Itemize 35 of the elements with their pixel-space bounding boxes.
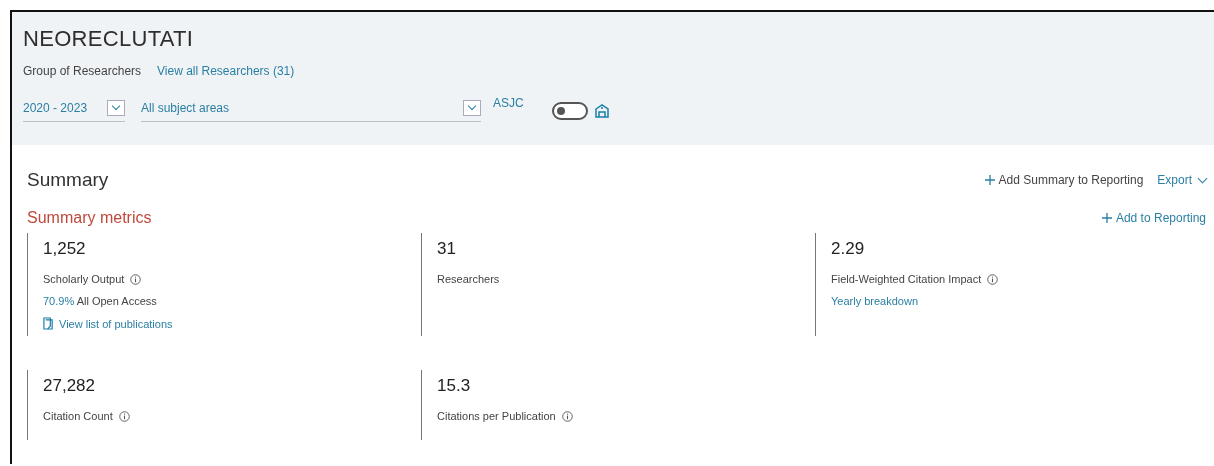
caret-icon	[463, 100, 481, 116]
metric-label: Citation Count	[43, 410, 113, 422]
info-icon[interactable]	[561, 410, 573, 422]
asjc-toggle[interactable]	[551, 102, 588, 120]
metric-value: 2.29	[831, 239, 866, 259]
section-title: Summary metrics	[27, 209, 152, 227]
add-summary-button[interactable]: Add Summary to Reporting	[984, 173, 1144, 187]
open-access-text: 70.9% All Open Access	[43, 295, 158, 307]
info-icon[interactable]	[987, 273, 999, 285]
researchers-link[interactable]: View all Researchers (31)	[157, 64, 295, 78]
subject-area-select[interactable]: All subject areas	[141, 100, 481, 122]
summary-title: Summary	[27, 169, 109, 191]
info-icon[interactable]	[130, 273, 142, 285]
metric-label: Scholarly Output	[43, 273, 125, 285]
export-button[interactable]: Export	[1157, 173, 1206, 187]
breakdown-link[interactable]: Yearly breakdown	[831, 295, 919, 307]
plus-icon	[1101, 213, 1112, 223]
publications-link[interactable]: View list of publications	[43, 317, 173, 330]
metric-value: 27,282	[43, 376, 96, 396]
metric-label: Researchers	[437, 273, 500, 285]
info-icon[interactable]	[118, 410, 130, 422]
asjc-label: ASJC	[493, 96, 524, 110]
plus-icon	[984, 175, 995, 185]
document-icon	[43, 317, 54, 330]
group-title: NEORECLUTATI	[23, 26, 195, 52]
metric-value: 31	[437, 239, 457, 259]
caret-icon	[107, 100, 125, 116]
building-icon[interactable]	[593, 103, 610, 119]
metric-label: Field-Weighted Citation Impact	[831, 273, 982, 285]
add-to-reporting-button[interactable]: Add to Reporting	[1101, 211, 1206, 225]
metric-value: 15.3	[437, 376, 472, 396]
group-type: Group of Researchers	[23, 64, 142, 78]
year-range-select[interactable]: 2020 - 2023	[23, 100, 125, 122]
metric-value: 1,252	[43, 239, 87, 259]
metric-label: Citations per Publication	[437, 410, 556, 422]
